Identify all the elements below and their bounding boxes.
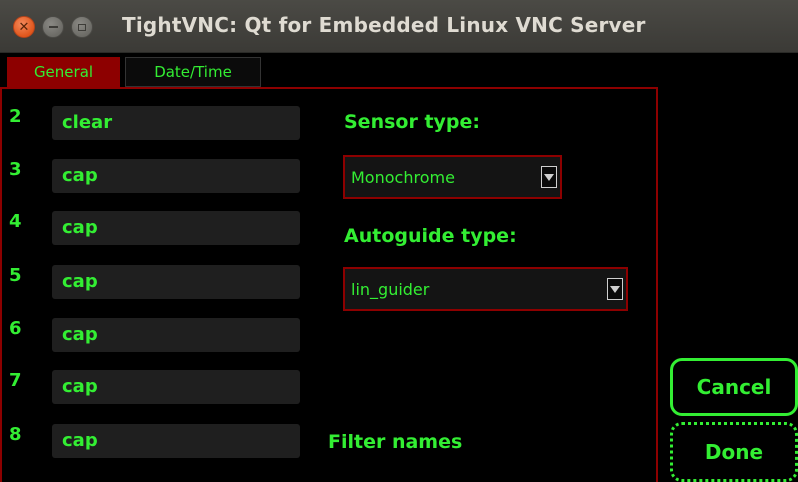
row-number: 6 bbox=[9, 318, 22, 339]
filter-names-label: Filter names bbox=[328, 431, 463, 453]
filter-name-field[interactable]: cap bbox=[52, 265, 300, 299]
filter-name-field[interactable]: clear bbox=[52, 106, 300, 140]
close-button[interactable]: ✕ bbox=[13, 16, 35, 38]
row-number: 2 bbox=[9, 106, 22, 127]
maximize-icon bbox=[72, 17, 92, 37]
minimize-button[interactable] bbox=[42, 16, 64, 38]
autoguide-type-value: lin_guider bbox=[351, 279, 430, 299]
sensor-type-value: Monochrome bbox=[351, 167, 455, 187]
filter-name-field[interactable]: cap bbox=[52, 211, 300, 245]
cancel-button[interactable]: Cancel bbox=[670, 358, 798, 416]
autoguide-type-label: Autoguide type: bbox=[344, 225, 517, 247]
window-title: TightVNC: Qt for Embedded Linux VNC Serv… bbox=[122, 13, 646, 37]
filter-name-field[interactable]: cap bbox=[52, 159, 300, 193]
row-number: 4 bbox=[9, 211, 22, 232]
filter-name-field[interactable]: cap bbox=[52, 318, 300, 352]
filter-name-field[interactable]: cap bbox=[52, 370, 300, 404]
chevron-down-icon[interactable] bbox=[541, 166, 557, 188]
autoguide-type-select[interactable]: lin_guider bbox=[343, 267, 628, 311]
row-number: 3 bbox=[9, 159, 22, 180]
close-icon: ✕ bbox=[18, 19, 30, 35]
tab-general[interactable]: General bbox=[7, 57, 120, 87]
vnc-window: ✕ TightVNC: Qt for Embedded Linux VNC Se… bbox=[0, 0, 798, 482]
filter-name-field[interactable]: cap bbox=[52, 424, 300, 458]
chevron-down-icon[interactable] bbox=[607, 278, 623, 300]
row-number: 8 bbox=[9, 424, 22, 445]
row-number: 5 bbox=[9, 265, 22, 286]
title-bar: ✕ TightVNC: Qt for Embedded Linux VNC Se… bbox=[0, 0, 798, 53]
row-number: 7 bbox=[9, 370, 22, 391]
tab-date-time[interactable]: Date/Time bbox=[125, 57, 261, 87]
sensor-type-label: Sensor type: bbox=[344, 111, 480, 133]
minimize-icon bbox=[43, 17, 63, 37]
maximize-button[interactable] bbox=[71, 16, 93, 38]
done-button[interactable]: Done bbox=[670, 422, 798, 482]
sensor-type-select[interactable]: Monochrome bbox=[343, 155, 562, 199]
